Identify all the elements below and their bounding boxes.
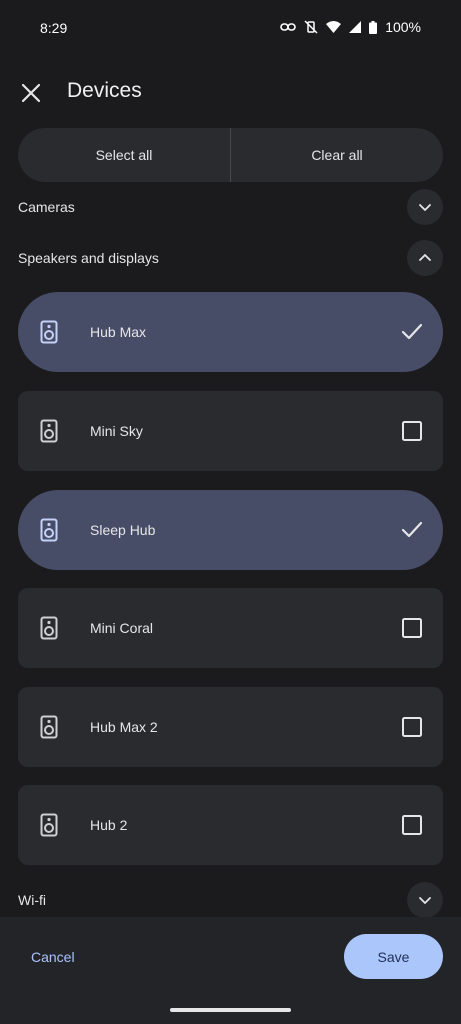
checkmark-icon [401,521,423,538]
device-label: Hub 2 [90,817,128,833]
device-label: Mini Coral [90,620,154,636]
device-label: Hub Max 2 [90,719,158,735]
section-title-speakers: Speakers and displays [18,250,159,266]
device-label: Hub Max [90,324,147,340]
status-icons: 100% [280,19,421,35]
speaker-icon [40,518,58,542]
device-card[interactable]: Mini Coral [18,588,443,668]
battery-percent: 100% [385,19,421,35]
checkbox-icon[interactable] [401,814,423,836]
close-icon [21,83,41,103]
speakers-collapse-button[interactable] [407,240,443,276]
select-clear-group: Select all Clear all [18,128,443,182]
device-label: Sleep Hub [90,522,156,538]
page-title: Devices [67,79,142,102]
chevron-down-icon [419,204,431,211]
section-title-wifi: Wi-fi [18,892,46,908]
wifi-expand-button[interactable] [407,882,443,918]
vibrate-off-icon [304,20,318,34]
checkbox-icon[interactable] [401,716,423,738]
chevron-down-icon [419,897,431,904]
chevron-up-icon [419,254,431,261]
clear-all-button[interactable]: Clear all [231,128,443,182]
speaker-icon [40,715,58,739]
home-indicator[interactable] [170,1008,291,1012]
battery-icon [369,20,378,34]
checkmark-icon [401,323,423,340]
save-button[interactable]: Save [344,934,443,979]
cameras-expand-button[interactable] [407,189,443,225]
section-title-cameras: Cameras [18,199,75,215]
checkbox-icon[interactable] [401,617,423,639]
signal-icon [349,21,362,33]
close-button[interactable] [18,80,44,106]
link-icon [280,23,296,31]
speaker-icon [40,616,58,640]
device-label: Mini Sky [90,423,143,439]
wifi-icon [326,21,342,33]
select-all-button[interactable]: Select all [18,128,230,182]
checkbox-icon[interactable] [401,420,423,442]
status-time: 8:29 [40,20,68,36]
device-card[interactable]: Hub Max 2 [18,687,443,767]
speaker-icon [40,320,58,344]
device-card[interactable]: Mini Sky [18,391,443,471]
device-card[interactable]: Sleep Hub [18,490,443,570]
cancel-button[interactable]: Cancel [31,949,75,965]
device-card[interactable]: Hub 2 [18,785,443,865]
speaker-icon [40,419,58,443]
device-card[interactable]: Hub Max [18,292,443,372]
speaker-icon [40,813,58,837]
